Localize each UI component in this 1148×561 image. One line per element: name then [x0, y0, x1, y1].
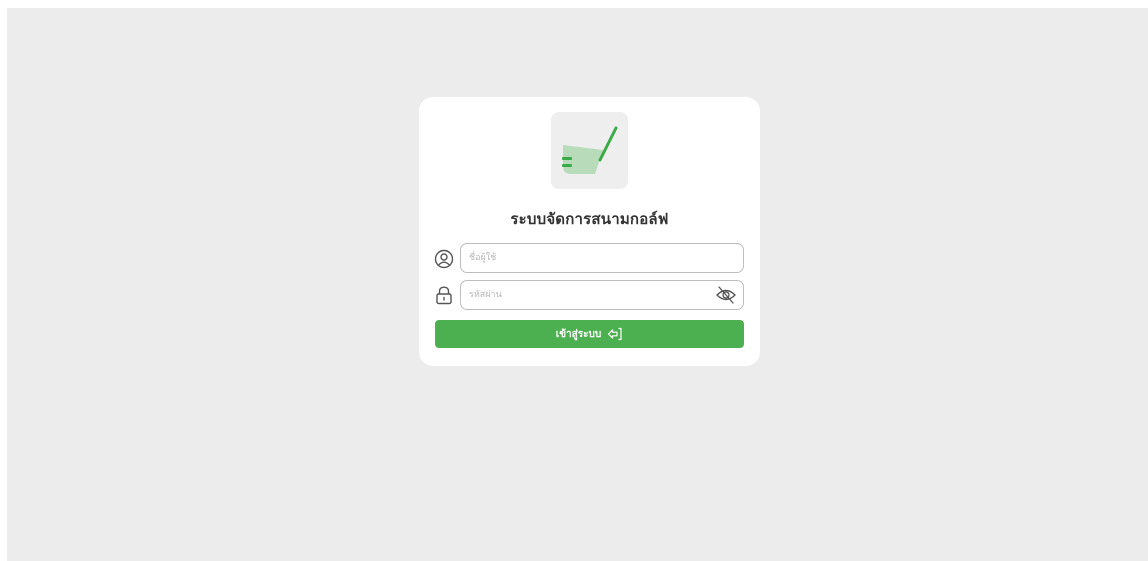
golf-club-icon — [562, 126, 618, 174]
username-field[interactable] — [460, 243, 744, 273]
login-card: ระบบจัดการสนามกอล์ฟ ชื่อผู้ใช้ เข้าสู่ระ… — [419, 97, 760, 366]
page-title: ระบบจัดการสนามกอล์ฟ — [510, 210, 669, 228]
login-button[interactable]: เข้าสู่ระบบ — [435, 320, 744, 348]
page-background: ระบบจัดการสนามกอล์ฟ ชื่อผู้ใช้ เข้าสู่ระ… — [7, 8, 1148, 561]
app-logo — [551, 112, 628, 189]
lock-icon — [433, 284, 455, 306]
username-input[interactable] — [469, 244, 709, 272]
password-input[interactable] — [469, 281, 709, 309]
login-icon — [608, 327, 622, 341]
user-circle-icon — [433, 248, 455, 270]
eye-off-icon[interactable] — [715, 285, 737, 305]
login-button-label: เข้าสู่ระบบ — [555, 328, 602, 340]
password-field[interactable] — [460, 280, 744, 310]
